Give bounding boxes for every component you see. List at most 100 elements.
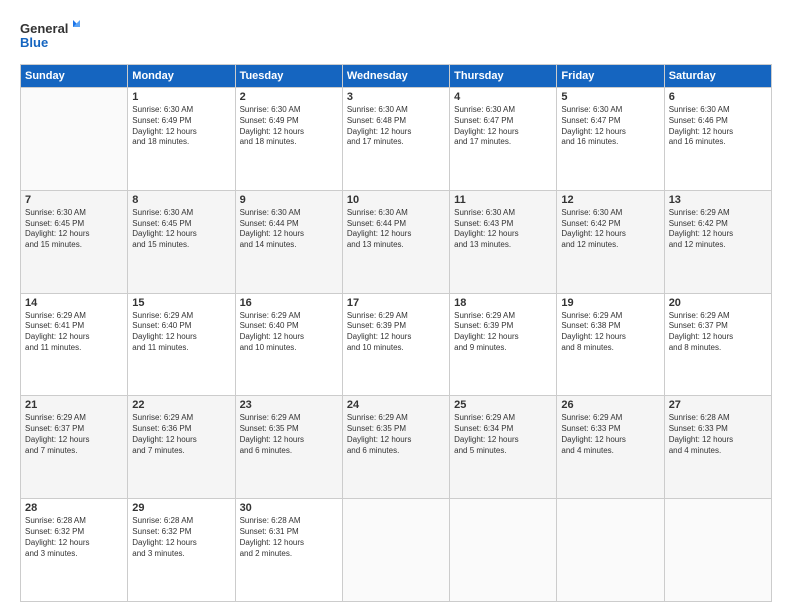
calendar-cell: 29Sunrise: 6:28 AM Sunset: 6:32 PM Dayli… (128, 499, 235, 602)
day-number: 24 (347, 399, 445, 411)
day-info: Sunrise: 6:29 AM Sunset: 6:34 PM Dayligh… (454, 413, 552, 456)
calendar-cell: 10Sunrise: 6:30 AM Sunset: 6:44 PM Dayli… (342, 190, 449, 293)
day-info: Sunrise: 6:29 AM Sunset: 6:41 PM Dayligh… (25, 311, 123, 354)
calendar-cell: 27 Sunrise: 6:28 AM Sunset: 6:33 PM Dayli… (664, 396, 771, 499)
day-info: Sunrise: 6:29 AM Sunset: 6:42 PM Dayligh… (669, 208, 767, 251)
day-info: Sunrise: 6:28 AM Sunset: 6:32 PM Dayligh… (25, 516, 123, 559)
day-info: Sunrise: 6:29 AM Sunset: 6:37 PM Dayligh… (25, 413, 123, 456)
day-number: 12 (561, 194, 659, 206)
day-number: 23 (240, 399, 338, 411)
weekday-header-sunday: Sunday (21, 65, 128, 88)
day-number: 6 (669, 91, 767, 103)
day-number: 20 (669, 297, 767, 309)
calendar-cell: 9 Sunrise: 6:30 AM Sunset: 6:44 PM Daylig… (235, 190, 342, 293)
day-info: Sunrise: 6:29 AM Sunset: 6:33 PM Dayligh… (561, 413, 659, 456)
calendar-cell: 2 Sunrise: 6:30 AM Sunset: 6:49 PM Daylig… (235, 88, 342, 191)
day-info: Sunrise: 6:29 AM Sunset: 6:39 PM Dayligh… (454, 311, 552, 354)
calendar-cell: 25Sunrise: 6:29 AM Sunset: 6:34 PM Dayli… (450, 396, 557, 499)
day-info: Sunrise: 6:30 AM Sunset: 6:46 PM Dayligh… (669, 105, 767, 148)
day-number: 2 (240, 91, 338, 103)
logo-svg: General Blue (20, 18, 80, 54)
day-info: Sunrise: 6:29 AM Sunset: 6:38 PM Dayligh… (561, 311, 659, 354)
weekday-header-monday: Monday (128, 65, 235, 88)
day-number: 1 (132, 91, 230, 103)
top-header: General Blue (20, 18, 772, 54)
day-number: 8 (132, 194, 230, 206)
day-info: Sunrise: 6:30 AM Sunset: 6:49 PM Dayligh… (132, 105, 230, 148)
day-info: Sunrise: 6:29 AM Sunset: 6:35 PM Dayligh… (240, 413, 338, 456)
calendar-cell: 11 Sunrise: 6:30 AM Sunset: 6:43 PM Dayli… (450, 190, 557, 293)
day-number: 11 (454, 194, 552, 206)
day-number: 3 (347, 91, 445, 103)
day-info: Sunrise: 6:28 AM Sunset: 6:32 PM Dayligh… (132, 516, 230, 559)
day-number: 26 (561, 399, 659, 411)
page: General Blue SundayMondayTuesdayWednesda… (0, 0, 792, 612)
weekday-header-thursday: Thursday (450, 65, 557, 88)
calendar-cell: 16Sunrise: 6:29 AM Sunset: 6:40 PM Dayli… (235, 293, 342, 396)
calendar-cell (342, 499, 449, 602)
calendar-cell: 13 Sunrise: 6:29 AM Sunset: 6:42 PM Dayli… (664, 190, 771, 293)
calendar-cell: 8 Sunrise: 6:30 AM Sunset: 6:45 PM Daylig… (128, 190, 235, 293)
calendar-cell: 22 Sunrise: 6:29 AM Sunset: 6:36 PM Dayli… (128, 396, 235, 499)
day-number: 18 (454, 297, 552, 309)
day-number: 9 (240, 194, 338, 206)
calendar-cell: 24 Sunrise: 6:29 AM Sunset: 6:35 PM Dayli… (342, 396, 449, 499)
calendar-cell: 30Sunrise: 6:28 AM Sunset: 6:31 PM Dayli… (235, 499, 342, 602)
calendar-table: SundayMondayTuesdayWednesdayThursdayFrid… (20, 64, 772, 602)
day-number: 21 (25, 399, 123, 411)
calendar-cell: 26 Sunrise: 6:29 AM Sunset: 6:33 PM Dayli… (557, 396, 664, 499)
calendar-cell: 1 Sunrise: 6:30 AM Sunset: 6:49 PM Daylig… (128, 88, 235, 191)
weekday-header-wednesday: Wednesday (342, 65, 449, 88)
day-number: 13 (669, 194, 767, 206)
calendar-week-0: 1 Sunrise: 6:30 AM Sunset: 6:49 PM Daylig… (21, 88, 772, 191)
day-info: Sunrise: 6:29 AM Sunset: 6:37 PM Dayligh… (669, 311, 767, 354)
day-info: Sunrise: 6:30 AM Sunset: 6:48 PM Dayligh… (347, 105, 445, 148)
day-info: Sunrise: 6:30 AM Sunset: 6:42 PM Dayligh… (561, 208, 659, 251)
calendar-cell: 12 Sunrise: 6:30 AM Sunset: 6:42 PM Dayli… (557, 190, 664, 293)
calendar-week-1: 7 Sunrise: 6:30 AM Sunset: 6:45 PM Daylig… (21, 190, 772, 293)
day-number: 27 (669, 399, 767, 411)
calendar-cell (664, 499, 771, 602)
weekday-header-tuesday: Tuesday (235, 65, 342, 88)
day-number: 5 (561, 91, 659, 103)
calendar-cell: 23 Sunrise: 6:29 AM Sunset: 6:35 PM Dayli… (235, 396, 342, 499)
day-info: Sunrise: 6:30 AM Sunset: 6:44 PM Dayligh… (240, 208, 338, 251)
day-number: 17 (347, 297, 445, 309)
logo: General Blue (20, 18, 80, 54)
calendar-header-row: SundayMondayTuesdayWednesdayThursdayFrid… (21, 65, 772, 88)
day-info: Sunrise: 6:29 AM Sunset: 6:40 PM Dayligh… (132, 311, 230, 354)
calendar-cell: 7 Sunrise: 6:30 AM Sunset: 6:45 PM Daylig… (21, 190, 128, 293)
day-number: 30 (240, 502, 338, 514)
day-number: 19 (561, 297, 659, 309)
day-info: Sunrise: 6:30 AM Sunset: 6:43 PM Dayligh… (454, 208, 552, 251)
calendar-cell: 28 Sunrise: 6:28 AM Sunset: 6:32 PM Dayli… (21, 499, 128, 602)
calendar-cell: 18 Sunrise: 6:29 AM Sunset: 6:39 PM Dayli… (450, 293, 557, 396)
day-number: 4 (454, 91, 552, 103)
day-info: Sunrise: 6:29 AM Sunset: 6:39 PM Dayligh… (347, 311, 445, 354)
day-info: Sunrise: 6:29 AM Sunset: 6:36 PM Dayligh… (132, 413, 230, 456)
calendar-cell: 19 Sunrise: 6:29 AM Sunset: 6:38 PM Dayli… (557, 293, 664, 396)
calendar-cell: 14Sunrise: 6:29 AM Sunset: 6:41 PM Dayli… (21, 293, 128, 396)
day-info: Sunrise: 6:30 AM Sunset: 6:49 PM Dayligh… (240, 105, 338, 148)
day-info: Sunrise: 6:30 AM Sunset: 6:45 PM Dayligh… (25, 208, 123, 251)
day-number: 28 (25, 502, 123, 514)
calendar-cell: 5 Sunrise: 6:30 AM Sunset: 6:47 PM Daylig… (557, 88, 664, 191)
svg-text:General: General (20, 21, 68, 36)
calendar-cell: 3 Sunrise: 6:30 AM Sunset: 6:48 PM Daylig… (342, 88, 449, 191)
calendar-week-4: 28 Sunrise: 6:28 AM Sunset: 6:32 PM Dayli… (21, 499, 772, 602)
calendar-cell: 6 Sunrise: 6:30 AM Sunset: 6:46 PM Daylig… (664, 88, 771, 191)
day-info: Sunrise: 6:30 AM Sunset: 6:45 PM Dayligh… (132, 208, 230, 251)
day-info: Sunrise: 6:30 AM Sunset: 6:44 PM Dayligh… (347, 208, 445, 251)
calendar-cell: 17 Sunrise: 6:29 AM Sunset: 6:39 PM Dayli… (342, 293, 449, 396)
day-info: Sunrise: 6:29 AM Sunset: 6:35 PM Dayligh… (347, 413, 445, 456)
day-info: Sunrise: 6:30 AM Sunset: 6:47 PM Dayligh… (561, 105, 659, 148)
day-info: Sunrise: 6:29 AM Sunset: 6:40 PM Dayligh… (240, 311, 338, 354)
calendar-cell: 20 Sunrise: 6:29 AM Sunset: 6:37 PM Dayli… (664, 293, 771, 396)
day-number: 7 (25, 194, 123, 206)
svg-text:Blue: Blue (20, 35, 48, 50)
calendar-cell: 15Sunrise: 6:29 AM Sunset: 6:40 PM Dayli… (128, 293, 235, 396)
calendar-cell (450, 499, 557, 602)
day-number: 22 (132, 399, 230, 411)
day-info: Sunrise: 6:28 AM Sunset: 6:33 PM Dayligh… (669, 413, 767, 456)
calendar-cell: 4Sunrise: 6:30 AM Sunset: 6:47 PM Daylig… (450, 88, 557, 191)
